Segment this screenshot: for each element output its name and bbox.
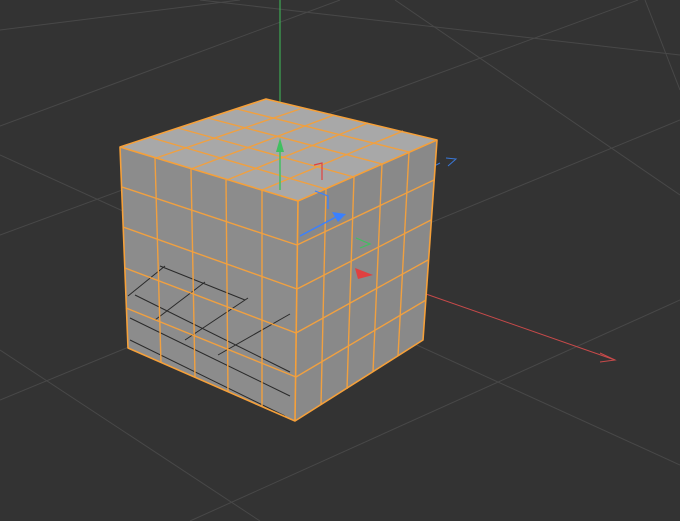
3d-viewport[interactable] <box>0 0 680 521</box>
axis-z-arrow-icon <box>445 157 458 167</box>
